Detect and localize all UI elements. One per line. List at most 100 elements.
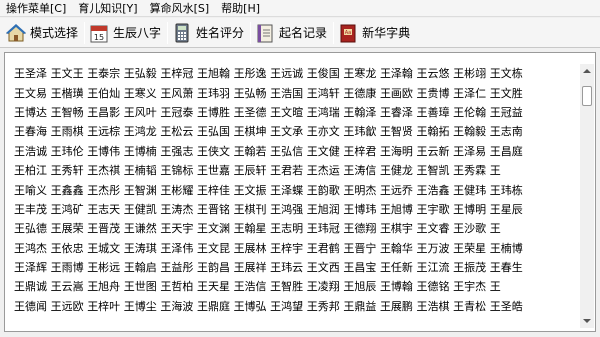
vertical-scrollbar[interactable] (580, 64, 594, 328)
name-cell[interactable]: 王 (490, 161, 527, 180)
name-cell[interactable]: 王鼎诚 (14, 277, 51, 296)
scroll-down-button[interactable] (580, 314, 594, 328)
name-cell[interactable]: 王梓君 (343, 142, 380, 161)
name-cell[interactable]: 王泽易 (453, 142, 490, 161)
name-cell[interactable]: 王博弘 (234, 297, 271, 316)
name-cell[interactable]: 王圣德 (234, 103, 271, 122)
name-cell[interactable]: 王世嘉 (197, 161, 234, 180)
name-cell[interactable]: 王伯灿 (87, 84, 124, 103)
name-cell[interactable]: 王健龙 (380, 161, 417, 180)
name-cell[interactable]: 王昌庭 (490, 142, 527, 161)
name-cell[interactable]: 王展祥 (234, 258, 271, 277)
name-cell[interactable]: 王圣皓 (490, 297, 527, 316)
menu-fortune[interactable]: 算命风水[S] (144, 0, 216, 17)
name-cell[interactable]: 王青松 (453, 297, 490, 316)
name-cell[interactable]: 王文易 (14, 84, 51, 103)
name-cell[interactable]: 王德闻 (14, 297, 51, 316)
name-cell[interactable]: 王杰运 (307, 161, 344, 180)
name-cell[interactable]: 王宇歌 (417, 200, 454, 219)
name-cell[interactable]: 王睿泽 (380, 103, 417, 122)
name-cell[interactable]: 王浩鑫 (417, 181, 454, 200)
name-cell[interactable]: 王君鹤 (307, 239, 344, 258)
name-cell[interactable]: 王远诚 (270, 64, 307, 83)
name-cell[interactable]: 王智凯 (417, 161, 454, 180)
name-cell[interactable]: 王旭翰 (197, 64, 234, 83)
name-cell[interactable]: 王文渊 (197, 219, 234, 238)
name-cell[interactable]: 王玮栋 (490, 181, 527, 200)
name-cell[interactable]: 王棋宇 (380, 219, 417, 238)
name-cell[interactable]: 王谦然 (124, 219, 161, 238)
name-cell[interactable]: 王春生 (490, 258, 527, 277)
name-cell[interactable]: 王彤逸 (234, 64, 271, 83)
name-cell[interactable]: 王玮歙 (343, 122, 380, 141)
name-cell[interactable]: 王展鹏 (380, 297, 417, 316)
name-cell[interactable]: 王志南 (490, 122, 527, 141)
name-cell[interactable]: 王翰毅 (453, 122, 490, 141)
menu-operation[interactable]: 操作菜单[C] (4, 0, 72, 17)
name-cell[interactable]: 王明杰 (343, 181, 380, 200)
name-cell[interactable]: 王旭润 (307, 200, 344, 219)
name-cell[interactable]: 王世图 (124, 277, 161, 296)
name-cell[interactable]: 王天星 (197, 277, 234, 296)
name-cell[interactable]: 王冠益 (490, 103, 527, 122)
name-cell[interactable]: 王荣星 (453, 239, 490, 258)
name-cell[interactable]: 王伦翰 (453, 103, 490, 122)
name-cell[interactable]: 王侠文 (197, 142, 234, 161)
name-cell[interactable]: 王弘信 (270, 142, 307, 161)
name-cell[interactable]: 王健玮 (453, 181, 490, 200)
name-cell[interactable]: 王鸿龙 (124, 122, 161, 141)
name-cell[interactable]: 王翰泽 (343, 103, 380, 122)
name-cell[interactable]: 王强志 (160, 142, 197, 161)
name-cell[interactable]: 王博胜 (197, 103, 234, 122)
name-cell[interactable]: 王智贤 (380, 122, 417, 141)
name-cell[interactable]: 王城文 (87, 239, 124, 258)
name-cell[interactable]: 王雨棋 (51, 122, 88, 141)
name-cell[interactable]: 王弘国 (197, 122, 234, 141)
name-cell[interactable]: 王泽蝶 (270, 181, 307, 200)
name-cell[interactable]: 王哲柏 (160, 277, 197, 296)
name-cell[interactable]: 王鸿瑞 (307, 103, 344, 122)
name-cell[interactable]: 王弘德 (14, 219, 51, 238)
dictionary-button[interactable]: Aa 新华字典 (335, 20, 415, 46)
name-cell[interactable]: 王 (490, 277, 527, 296)
name-cell[interactable]: 王文振 (234, 181, 271, 200)
name-cell[interactable]: 王宇杰 (453, 277, 490, 296)
mode-select-button[interactable]: 模式选择 (3, 20, 83, 46)
birth-chart-button[interactable]: 15 生辰八字 (86, 20, 166, 46)
name-cell[interactable]: 王晋铭 (197, 200, 234, 219)
name-cell[interactable]: 王梓宇 (270, 239, 307, 258)
name-cell[interactable]: 王博达 (14, 103, 51, 122)
name-cell[interactable]: 王锦标 (160, 161, 197, 180)
name-cell[interactable]: 王海波 (160, 297, 197, 316)
name-cell[interactable]: 王韵歌 (307, 181, 344, 200)
name-cell[interactable]: 王风萧 (160, 84, 197, 103)
name-cell[interactable]: 王翰启 (124, 258, 161, 277)
name-cell[interactable]: 王志天 (87, 200, 124, 219)
name-cell[interactable]: 王泽仁 (453, 84, 490, 103)
name-cell[interactable]: 王智渊 (124, 181, 161, 200)
name-cell[interactable]: 王秀邦 (307, 297, 344, 316)
name-cell[interactable]: 王鼎益 (343, 297, 380, 316)
name-cell[interactable]: 王鸿望 (270, 297, 307, 316)
name-cell[interactable]: 王楷璜 (51, 84, 88, 103)
name-cell[interactable]: 王玮伦 (51, 142, 88, 161)
name-cell[interactable]: 王翰若 (234, 142, 271, 161)
name-cell[interactable]: 王德翔 (343, 219, 380, 238)
name-cell[interactable]: 王志明 (270, 219, 307, 238)
name-cell[interactable]: 王浩国 (270, 84, 307, 103)
name-cell[interactable]: 王沙歌 (453, 219, 490, 238)
name-cell[interactable]: 王文睿 (417, 219, 454, 238)
name-cell[interactable]: 王万波 (417, 239, 454, 258)
name-cell[interactable]: 王云嵩 (51, 277, 88, 296)
name-cell[interactable]: 王冠泰 (160, 103, 197, 122)
name-cell[interactable]: 王梓叶 (87, 297, 124, 316)
menu-help[interactable]: 帮助[H] (215, 0, 266, 17)
scroll-thumb[interactable] (582, 86, 592, 106)
name-cell[interactable]: 王寒义 (124, 84, 161, 103)
name-cell[interactable]: 王喻义 (14, 181, 51, 200)
name-cell[interactable]: 王弘毅 (124, 64, 161, 83)
name-cell[interactable]: 王泽翰 (380, 64, 417, 83)
name-cell[interactable]: 王杰彤 (87, 181, 124, 200)
name-cell[interactable]: 王彬耀 (160, 181, 197, 200)
name-cell[interactable]: 王文栋 (490, 64, 527, 83)
